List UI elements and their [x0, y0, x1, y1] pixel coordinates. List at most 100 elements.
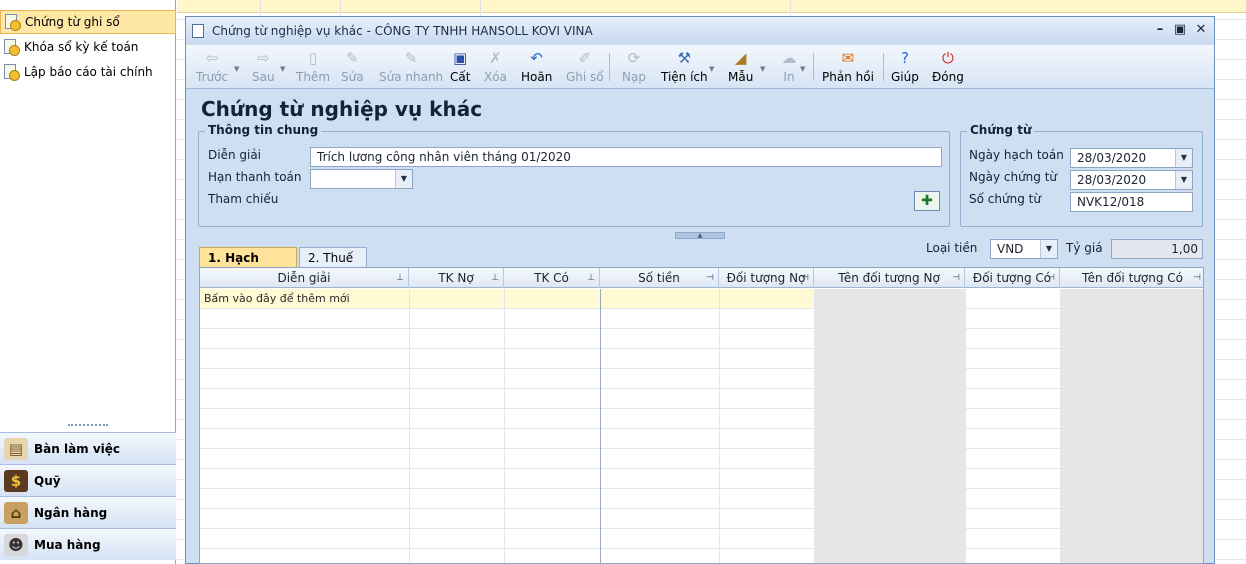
document-icon: [3, 39, 20, 56]
column-label: Tên đối tượng Nợ: [838, 271, 940, 285]
print-icon: ☁: [781, 49, 797, 67]
column-header-tk-co[interactable]: TK Có ⊥: [504, 268, 600, 288]
pin-icon[interactable]: ⊣: [952, 268, 960, 288]
posting-date-picker[interactable]: 28/03/2020 ▼: [1070, 148, 1193, 168]
currency-select[interactable]: VND ▼: [990, 239, 1058, 259]
posting-date-label: Ngày hạch toán: [969, 148, 1064, 162]
column-header-doi-tuong-co[interactable]: Đối tượng Có ⊣: [965, 268, 1060, 288]
column-header-doi-tuong-no[interactable]: Đối tượng Nợ ⊣: [719, 268, 814, 288]
reload-button[interactable]: ⟳ Nạp: [622, 48, 646, 86]
post-ledger-icon: ✐: [578, 49, 592, 67]
group-title: Thông tin chung: [205, 123, 322, 137]
due-date-select[interactable]: ▼: [310, 169, 413, 189]
toolbar-separator: [813, 53, 814, 81]
pane-splitter-handle[interactable]: [68, 424, 108, 428]
add-document-icon: ▯: [308, 49, 318, 67]
grid-column-line: [600, 289, 601, 563]
grid-column-line: [814, 289, 815, 563]
chevron-down-icon[interactable]: ▼: [709, 65, 714, 73]
tree-item-lap-bao-cao[interactable]: Lập báo cáo tài chính: [0, 60, 176, 84]
column-label: Diễn giải: [277, 271, 331, 285]
grid-column-line: [504, 289, 505, 563]
chevron-down-icon[interactable]: ▼: [234, 65, 239, 73]
grid-row-line: [200, 368, 1203, 369]
add-new-row[interactable]: Bấm vào đây để thêm mới: [200, 289, 814, 308]
next-button[interactable]: ⇨ Sau: [252, 48, 275, 86]
voucher-date-picker[interactable]: 28/03/2020 ▼: [1070, 170, 1193, 190]
tools-button[interactable]: ⚒ Tiện ích: [661, 48, 708, 86]
button-label: Sau: [252, 70, 275, 84]
print-button[interactable]: ☁ In: [779, 48, 799, 86]
description-input[interactable]: Trích lương công nhân viên tháng 01/2020: [310, 147, 942, 167]
undo-button[interactable]: ↶ Hoãn: [521, 48, 552, 86]
column-header-so-tien[interactable]: Số tiền ⊣: [600, 268, 719, 288]
maximize-icon[interactable]: ▣: [1171, 21, 1189, 39]
module-quy[interactable]: $ Quỹ: [0, 464, 176, 496]
prev-button[interactable]: ⇦ Trước: [196, 48, 228, 86]
pin-icon[interactable]: ⊥: [491, 268, 499, 288]
voucher-dialog: Chứng từ nghiệp vụ khác - CÔNG TY TNHH H…: [185, 16, 1215, 564]
window-titlebar[interactable]: Chứng từ nghiệp vụ khác - CÔNG TY TNHH H…: [186, 17, 1214, 44]
exchange-rate-input[interactable]: 1,00: [1111, 239, 1203, 259]
column-header-tk-no[interactable]: TK Nợ ⊥: [409, 268, 504, 288]
window-title: Chứng từ nghiệp vụ khác - CÔNG TY TNHH H…: [212, 23, 593, 38]
button-label: Mẫu: [728, 70, 754, 84]
tab-hach-toan[interactable]: 1. Hạch toán: [199, 247, 297, 285]
chevron-down-icon[interactable]: ▼: [280, 65, 285, 73]
button-label: Sửa nhanh: [379, 70, 444, 84]
grid-row-line: [200, 448, 1203, 449]
reload-icon: ⟳: [627, 49, 641, 67]
feedback-button[interactable]: ✉ Phản hồi: [822, 48, 874, 86]
pin-icon[interactable]: ⊥: [587, 268, 595, 288]
module-label: Quỹ: [34, 473, 61, 488]
button-label: Sửa: [341, 70, 364, 84]
tree-item-khoa-so[interactable]: Khóa sổ kỳ kế toán: [0, 35, 176, 59]
minimize-icon[interactable]: –: [1151, 21, 1169, 39]
column-header-ten-doi-tuong-no[interactable]: Tên đối tượng Nợ ⊣: [814, 268, 965, 288]
tree-item-chung-tu-ghi-so[interactable]: Chứng từ ghi sổ: [0, 10, 176, 34]
save-button[interactable]: ▣ Cất: [450, 48, 470, 86]
chevron-down-icon[interactable]: ▼: [760, 65, 765, 73]
add-reference-button[interactable]: ✚: [914, 191, 940, 211]
pin-icon[interactable]: ⊥: [396, 268, 404, 288]
pin-icon[interactable]: ⊣: [706, 268, 714, 288]
chevron-down-icon[interactable]: ▼: [395, 170, 412, 188]
close-button[interactable]: ⏻ Đóng: [932, 48, 964, 86]
voucher-date-value: 28/03/2020: [1077, 173, 1147, 187]
button-label: Hoãn: [521, 70, 553, 84]
module-mua-hang[interactable]: ☻ Mua hàng: [0, 528, 176, 560]
tab-thue[interactable]: 2. Thuế: [299, 247, 367, 268]
column-header-ten-doi-tuong-co[interactable]: Tên đối tượng Có ⊣: [1060, 268, 1203, 288]
readonly-column-ten-doi-tuong-no: [814, 289, 965, 563]
close-icon[interactable]: ✕: [1192, 21, 1210, 39]
module-ban-lam-viec[interactable]: ▤ Bàn làm việc: [0, 432, 176, 464]
module-ngan-hang[interactable]: ⌂ Ngân hàng: [0, 496, 176, 528]
group-title: Chứng từ: [967, 123, 1035, 137]
help-icon: ?: [900, 49, 909, 67]
column-header-dien-giai[interactable]: Diễn giải ⊥: [200, 268, 409, 288]
close-power-icon: ⏻: [942, 49, 954, 67]
chevron-down-icon[interactable]: ▼: [1175, 149, 1192, 167]
edit-button[interactable]: ✎ Sửa: [341, 48, 364, 86]
pin-icon[interactable]: ⊣: [801, 268, 809, 288]
delete-button[interactable]: ✗ Xóa: [484, 48, 507, 86]
quick-edit-icon: ✎: [404, 49, 418, 67]
pin-icon[interactable]: ⊣: [1047, 268, 1055, 288]
grid-row-line: [200, 388, 1203, 389]
chevron-down-icon[interactable]: ▼: [1175, 171, 1192, 189]
post-ledger-button[interactable]: ✐ Ghi sổ: [566, 48, 604, 86]
quick-edit-button[interactable]: ✎ Sửa nhanh: [379, 48, 443, 86]
cash-register-icon: $: [4, 469, 28, 492]
chevron-down-icon[interactable]: ▼: [1040, 240, 1057, 258]
grid-row-line: [200, 508, 1203, 509]
template-icon: ◢: [734, 49, 747, 67]
collapse-header-handle[interactable]: ▲: [675, 232, 725, 239]
help-button[interactable]: ? Giúp: [891, 48, 919, 86]
pin-icon[interactable]: ⊣: [1193, 268, 1201, 288]
delete-icon: ✗: [489, 49, 502, 67]
add-button[interactable]: ▯ Thêm: [296, 48, 330, 86]
voucher-no-input[interactable]: NVK12/018: [1070, 192, 1193, 212]
grid-row-line: [200, 428, 1203, 429]
chevron-down-icon[interactable]: ▼: [800, 65, 805, 73]
template-button[interactable]: ◢ Mẫu: [728, 48, 753, 86]
